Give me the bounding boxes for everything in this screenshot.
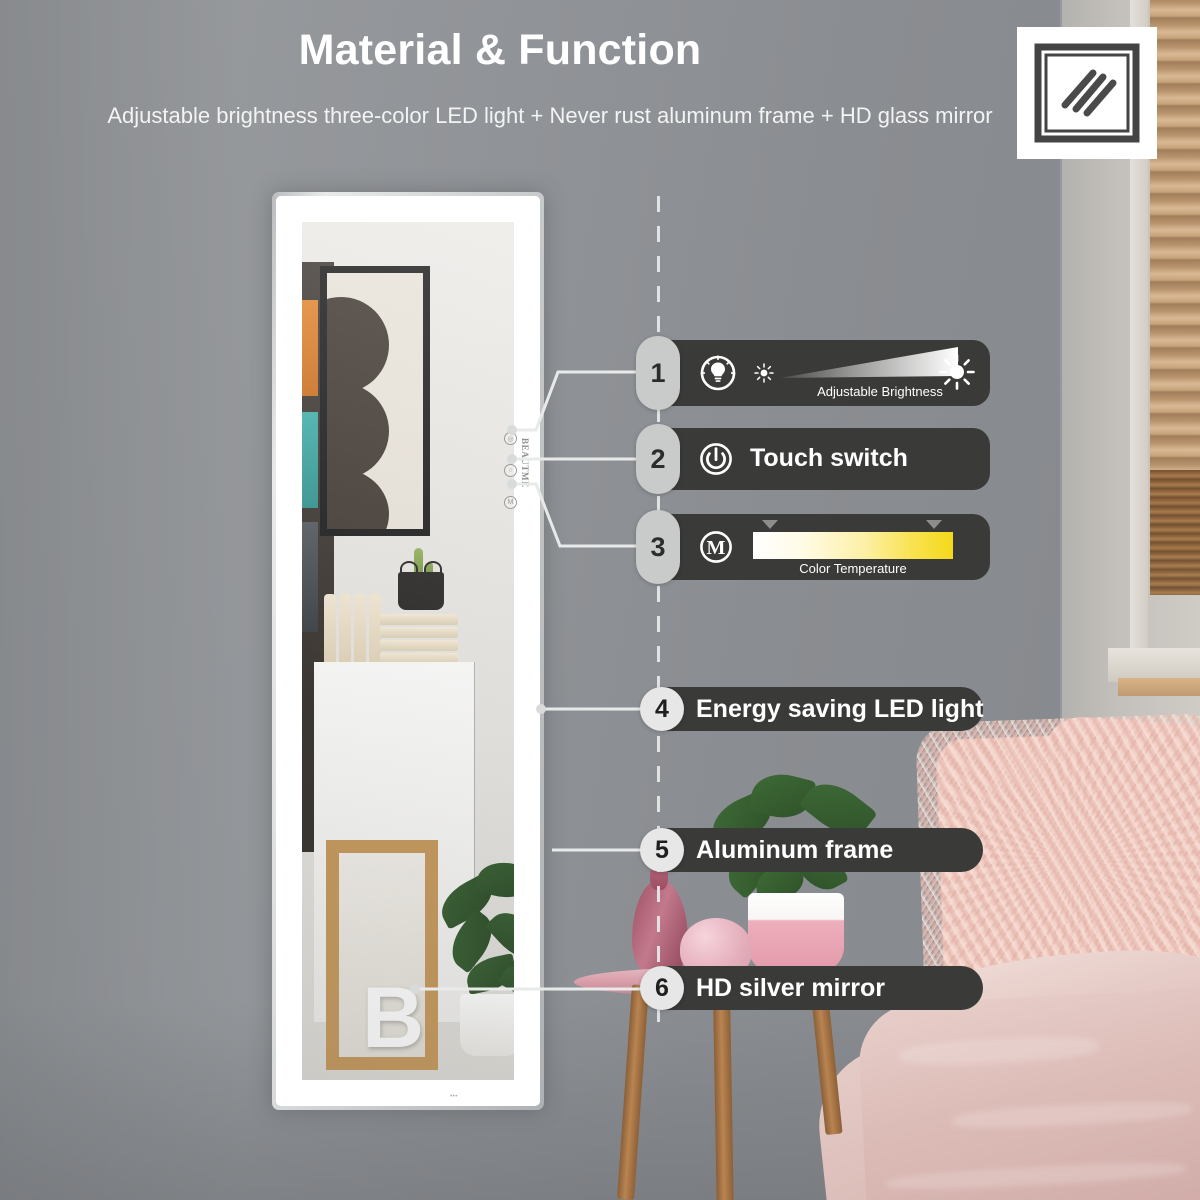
callout-4-number: 4 xyxy=(640,687,684,731)
mirror-inner: B ◎ ○ M BEAUTME ••• xyxy=(276,196,540,1106)
mirror-frame-icon xyxy=(1017,27,1157,159)
header: Material & Function Adjustable brightnes… xyxy=(0,0,1200,190)
reflection-sheen xyxy=(302,222,514,1080)
brightness-gradient-wedge xyxy=(780,346,958,384)
marker-left xyxy=(762,520,778,529)
bulb-icon xyxy=(698,353,738,393)
mirror-bottom-label: ••• xyxy=(450,1094,458,1100)
timeline-dashed-line xyxy=(657,196,660,1026)
plant-pot xyxy=(748,893,844,975)
page-title: Material & Function xyxy=(298,26,702,74)
callout-3-label: Color Temperature xyxy=(799,561,907,576)
page-subtitle: Adjustable brightness three-color LED li… xyxy=(107,103,993,128)
color-mode-m-icon: M xyxy=(698,529,734,565)
small-sun-icon xyxy=(753,362,775,384)
callout-4-label: Energy saving LED light xyxy=(696,695,984,723)
led-full-length-mirror[interactable]: B ◎ ○ M BEAUTME ••• xyxy=(272,192,544,1110)
callout-6-number: 6 xyxy=(640,966,684,1010)
marker-right xyxy=(926,520,942,529)
callout-3-color-temperature[interactable]: 3 M Color Temperature xyxy=(636,510,990,584)
bed-duvet xyxy=(856,984,1200,1200)
hd-silver-mirror-glass: B xyxy=(302,222,514,1080)
power-icon xyxy=(698,441,734,477)
svg-text:M: M xyxy=(707,537,726,559)
color-temperature-gradient-bar xyxy=(753,532,953,559)
callout-5-label: Aluminum frame xyxy=(696,836,894,864)
callout-5-aluminum-frame[interactable]: 5 Aluminum frame xyxy=(640,828,983,872)
callout-1-number: 1 xyxy=(636,336,680,410)
callout-2-number: 2 xyxy=(636,424,680,494)
callout-2-label: Touch switch xyxy=(750,444,908,472)
callout-6-hd-silver-mirror[interactable]: 6 HD silver mirror xyxy=(640,966,983,1010)
callout-5-number: 5 xyxy=(640,828,684,872)
callout-3-number: 3 xyxy=(636,510,680,584)
window-blinds-stacked xyxy=(1150,470,1200,595)
window-sill xyxy=(1108,648,1200,682)
callout-6-label: HD silver mirror xyxy=(696,974,885,1002)
callout-1-label: Adjustable Brightness xyxy=(817,384,943,399)
window-sill-wood xyxy=(1118,678,1200,696)
callout-1-adjustable-brightness[interactable]: 1 Adjustable Brightness xyxy=(636,336,990,410)
callout-4-energy-saving-led-light[interactable]: 4 Energy saving LED light xyxy=(640,687,984,731)
leader-line-6 xyxy=(410,982,668,996)
aluminum-frame: B ◎ ○ M BEAUTME ••• xyxy=(272,192,544,1110)
callout-2-touch-switch[interactable]: 2 Touch switch xyxy=(636,424,990,494)
